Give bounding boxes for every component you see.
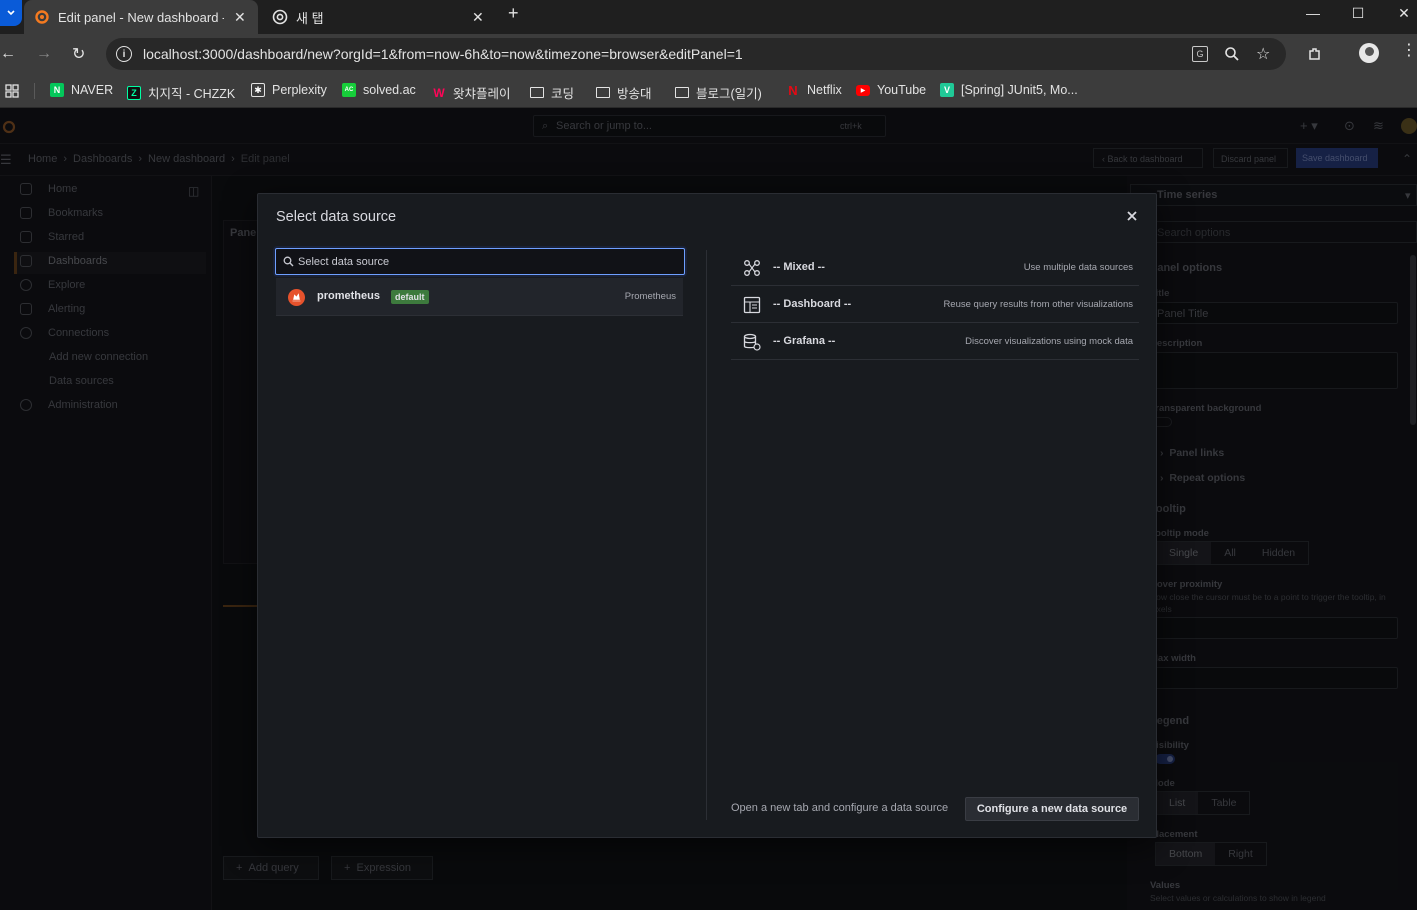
search-icon bbox=[283, 256, 294, 267]
address-bar[interactable]: i localhost:3000/dashboard/new?orgId=1&f… bbox=[106, 38, 1286, 70]
reload-icon[interactable]: ↻ bbox=[72, 44, 85, 64]
bookmark-label: [Spring] JUnit5, Mo... bbox=[961, 83, 1078, 97]
bookmark-label: Netflix bbox=[807, 83, 842, 97]
select-data-source-modal: Select data source prometheus default Pr… bbox=[257, 193, 1157, 838]
builtin-name: -- Dashboard -- bbox=[773, 298, 852, 310]
site-info-icon[interactable]: i bbox=[116, 46, 132, 62]
bookmark-label: 방송대 bbox=[617, 87, 652, 101]
bookmark-solvedac[interactable]: AC solved.ac bbox=[342, 83, 416, 97]
bookmark-folder-coding[interactable]: 코딩 bbox=[530, 83, 574, 102]
tab-new-tab[interactable]: 새 탭 ✕ bbox=[272, 0, 492, 34]
bookmark-label: 왓챠플레이 bbox=[453, 87, 511, 101]
chrome-icon bbox=[272, 9, 288, 25]
data-source-type: Prometheus bbox=[624, 291, 676, 302]
tab-edit-panel-content[interactable]: Edit panel - New dashboard - ✕ bbox=[34, 0, 254, 34]
bookmark-velog[interactable]: V [Spring] JUnit5, Mo... bbox=[940, 83, 1078, 97]
bookmark-label: NAVER bbox=[71, 83, 114, 97]
bookmark-label: 블로그(일기) bbox=[696, 87, 762, 101]
configure-data-source-button[interactable]: Configure a new data source bbox=[965, 797, 1139, 821]
bookmark-star-icon[interactable]: ☆ bbox=[1256, 44, 1270, 64]
builtin-grafana[interactable]: -- Grafana -- Discover visualizations us… bbox=[731, 323, 1139, 360]
bookmark-youtube[interactable]: ▶ YouTube bbox=[856, 83, 926, 97]
close-tab-icon[interactable]: ✕ bbox=[472, 9, 484, 26]
netflix-icon: N bbox=[788, 82, 798, 98]
youtube-icon: ▶ bbox=[856, 84, 870, 96]
chrome-menu-icon[interactable]: ⋮ bbox=[1401, 43, 1417, 59]
builtin-description: Use multiple data sources bbox=[1023, 262, 1133, 273]
bookmark-chzzk[interactable]: Z 치지직 - CHZZK bbox=[127, 83, 235, 102]
maximize-icon[interactable]: ☐ bbox=[1335, 0, 1381, 26]
dashboard-icon bbox=[743, 296, 761, 314]
bookmark-folder-knou[interactable]: 방송대 bbox=[596, 83, 652, 102]
bookmark-folder-blog[interactable]: 블로그(일기) bbox=[675, 83, 762, 102]
database-icon bbox=[743, 333, 761, 351]
extensions-icon[interactable] bbox=[1307, 46, 1323, 62]
window-close-icon[interactable]: ✕ bbox=[1381, 0, 1417, 26]
close-icon[interactable] bbox=[1124, 208, 1140, 224]
configure-hint-text: Open a new tab and configure a data sour… bbox=[731, 802, 949, 814]
chzzk-icon: Z bbox=[127, 85, 141, 100]
button-label: Configure a new data source bbox=[976, 803, 1128, 815]
folder-icon bbox=[675, 87, 689, 98]
bookmark-label: solved.ac bbox=[363, 83, 416, 97]
apps-grid-icon[interactable] bbox=[5, 84, 19, 98]
bookmark-watcha[interactable]: W 왓챠플레이 bbox=[432, 83, 511, 102]
naver-icon: N bbox=[50, 83, 64, 97]
bookmark-label: 치지직 - CHZZK bbox=[148, 87, 236, 101]
zoom-icon[interactable] bbox=[1224, 46, 1240, 62]
minimize-icon[interactable]: — bbox=[1290, 0, 1336, 26]
url-text: localhost:3000/dashboard/new?orgId=1&fro… bbox=[143, 46, 743, 62]
bookmark-label: Perplexity bbox=[272, 83, 327, 97]
data-source-search[interactable] bbox=[275, 248, 685, 275]
bookmark-netflix[interactable]: N Netflix bbox=[786, 82, 842, 98]
bookmark-naver[interactable]: N NAVER bbox=[50, 83, 113, 97]
mixed-icon bbox=[744, 260, 760, 276]
builtin-name: -- Mixed -- bbox=[773, 261, 825, 273]
back-icon[interactable]: ← bbox=[0, 45, 16, 63]
velog-icon: V bbox=[940, 83, 954, 97]
modal-divider bbox=[706, 250, 707, 820]
data-source-name: prometheus bbox=[317, 290, 380, 302]
solvedac-icon: AC bbox=[342, 83, 356, 97]
grafana-icon bbox=[35, 10, 49, 24]
bookmark-label: YouTube bbox=[877, 83, 927, 97]
bookmarks-divider bbox=[34, 83, 35, 99]
data-source-search-input[interactable] bbox=[298, 254, 678, 270]
bookmark-label: 코딩 bbox=[551, 87, 575, 101]
tab-title: 새 탭 bbox=[296, 10, 324, 26]
folder-icon bbox=[530, 87, 544, 98]
bookmark-perplexity[interactable]: ✱ Perplexity bbox=[251, 83, 327, 97]
modal-title: Select data source bbox=[276, 209, 397, 225]
builtin-name: -- Grafana -- bbox=[773, 335, 836, 347]
options-scrollbar[interactable] bbox=[1410, 255, 1416, 425]
close-tab-icon[interactable]: ✕ bbox=[234, 9, 246, 26]
browser-tab-strip: Edit panel - New dashboard - ✕ 새 탭 ✕ + —… bbox=[0, 0, 1417, 34]
perplexity-icon: ✱ bbox=[251, 83, 265, 97]
default-badge: default bbox=[391, 290, 429, 304]
new-tab-button[interactable]: + bbox=[508, 3, 519, 24]
builtin-description: Discover visualizations using mock data bbox=[965, 336, 1133, 347]
chevron-down-icon bbox=[7, 10, 15, 16]
profile-avatar[interactable] bbox=[1359, 43, 1379, 63]
translate-icon[interactable]: G bbox=[1192, 46, 1208, 62]
prometheus-icon bbox=[288, 289, 305, 306]
data-source-row-prometheus[interactable]: prometheus default Prometheus bbox=[276, 278, 683, 316]
tab-title: Edit panel - New dashboard - bbox=[58, 9, 224, 25]
folder-icon bbox=[596, 87, 610, 98]
forward-icon[interactable]: → bbox=[36, 45, 52, 63]
bookmarks-bar: N NAVER Z 치지직 - CHZZK ✱ Perplexity AC solved… bbox=[0, 74, 1417, 108]
watcha-icon: W bbox=[433, 85, 445, 100]
builtin-description: Reuse query results from other visualiza… bbox=[943, 299, 1133, 310]
builtin-mixed[interactable]: -- Mixed -- Use multiple data sources bbox=[731, 249, 1139, 286]
tab-search-button[interactable] bbox=[0, 0, 22, 26]
builtin-dashboard[interactable]: -- Dashboard -- Reuse query results from… bbox=[731, 286, 1139, 323]
browser-toolbar: ← → ↻ i localhost:3000/dashboard/new?org… bbox=[0, 34, 1417, 74]
